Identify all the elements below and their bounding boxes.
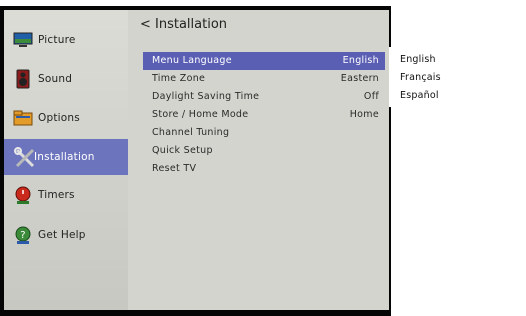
quick-setup-row[interactable]: Quick Setup <box>143 142 385 160</box>
language-option-francais[interactable]: Français <box>400 72 441 83</box>
time-zone-row[interactable]: Time Zone Eastern <box>143 70 385 88</box>
row-value: Home <box>349 109 379 120</box>
daylight-saving-row[interactable]: Daylight Saving Time Off <box>143 88 385 106</box>
sidebar-item-label: Installation <box>34 151 95 163</box>
monitor-icon <box>13 30 33 50</box>
background-area <box>389 107 526 316</box>
language-option-espanol[interactable]: Español <box>400 90 439 101</box>
row-label: Quick Setup <box>152 145 213 156</box>
settings-list: Menu Language English Time Zone Eastern … <box>143 52 385 178</box>
sidebar-item-options[interactable]: Options <box>4 101 128 135</box>
sidebar-item-label: Timers <box>38 189 75 201</box>
row-value: Eastern <box>340 73 379 84</box>
row-label: Store / Home Mode <box>152 109 249 120</box>
sidebar-item-installation[interactable]: Installation <box>4 139 128 175</box>
row-value: Off <box>363 91 379 102</box>
row-label: Reset TV <box>152 163 197 174</box>
page-title: < Installation <box>140 17 228 32</box>
sidebar-item-label: Sound <box>38 73 73 85</box>
row-label: Menu Language <box>152 55 232 66</box>
sidebar-item-timers[interactable]: Timers <box>4 178 128 212</box>
language-option-english[interactable]: English <box>400 54 436 65</box>
language-options-popup: English Français Español <box>389 47 526 107</box>
reset-tv-row[interactable]: Reset TV <box>143 160 385 178</box>
sidebar-item-label: Options <box>38 112 80 124</box>
channel-tuning-row[interactable]: Channel Tuning <box>143 124 385 142</box>
row-value: English <box>342 55 379 66</box>
svg-text:?: ? <box>20 230 26 241</box>
row-label: Daylight Saving Time <box>152 91 260 102</box>
row-label: Channel Tuning <box>152 127 230 138</box>
menu-language-row[interactable]: Menu Language English <box>143 52 385 70</box>
sidebar-item-sound[interactable]: Sound <box>4 62 128 96</box>
store-home-mode-row[interactable]: Store / Home Mode Home <box>143 106 385 124</box>
installation-panel: < Installation Menu Language English Tim… <box>128 10 389 310</box>
help-icon: ? <box>13 225 33 245</box>
sidebar-item-label: Get Help <box>38 229 86 241</box>
folder-icon <box>13 108 33 128</box>
background-area <box>389 6 526 47</box>
row-label: Time Zone <box>152 73 206 84</box>
timer-icon <box>13 185 33 205</box>
sidebar-item-label: Picture <box>38 34 76 46</box>
speaker-icon <box>13 69 33 89</box>
sidebar-item-get-help[interactable]: ? Get Help <box>4 218 128 252</box>
sidebar: Picture Sound Options Installation Timer… <box>4 10 128 310</box>
sidebar-item-picture[interactable]: Picture <box>4 23 128 57</box>
tools-icon <box>14 147 35 168</box>
